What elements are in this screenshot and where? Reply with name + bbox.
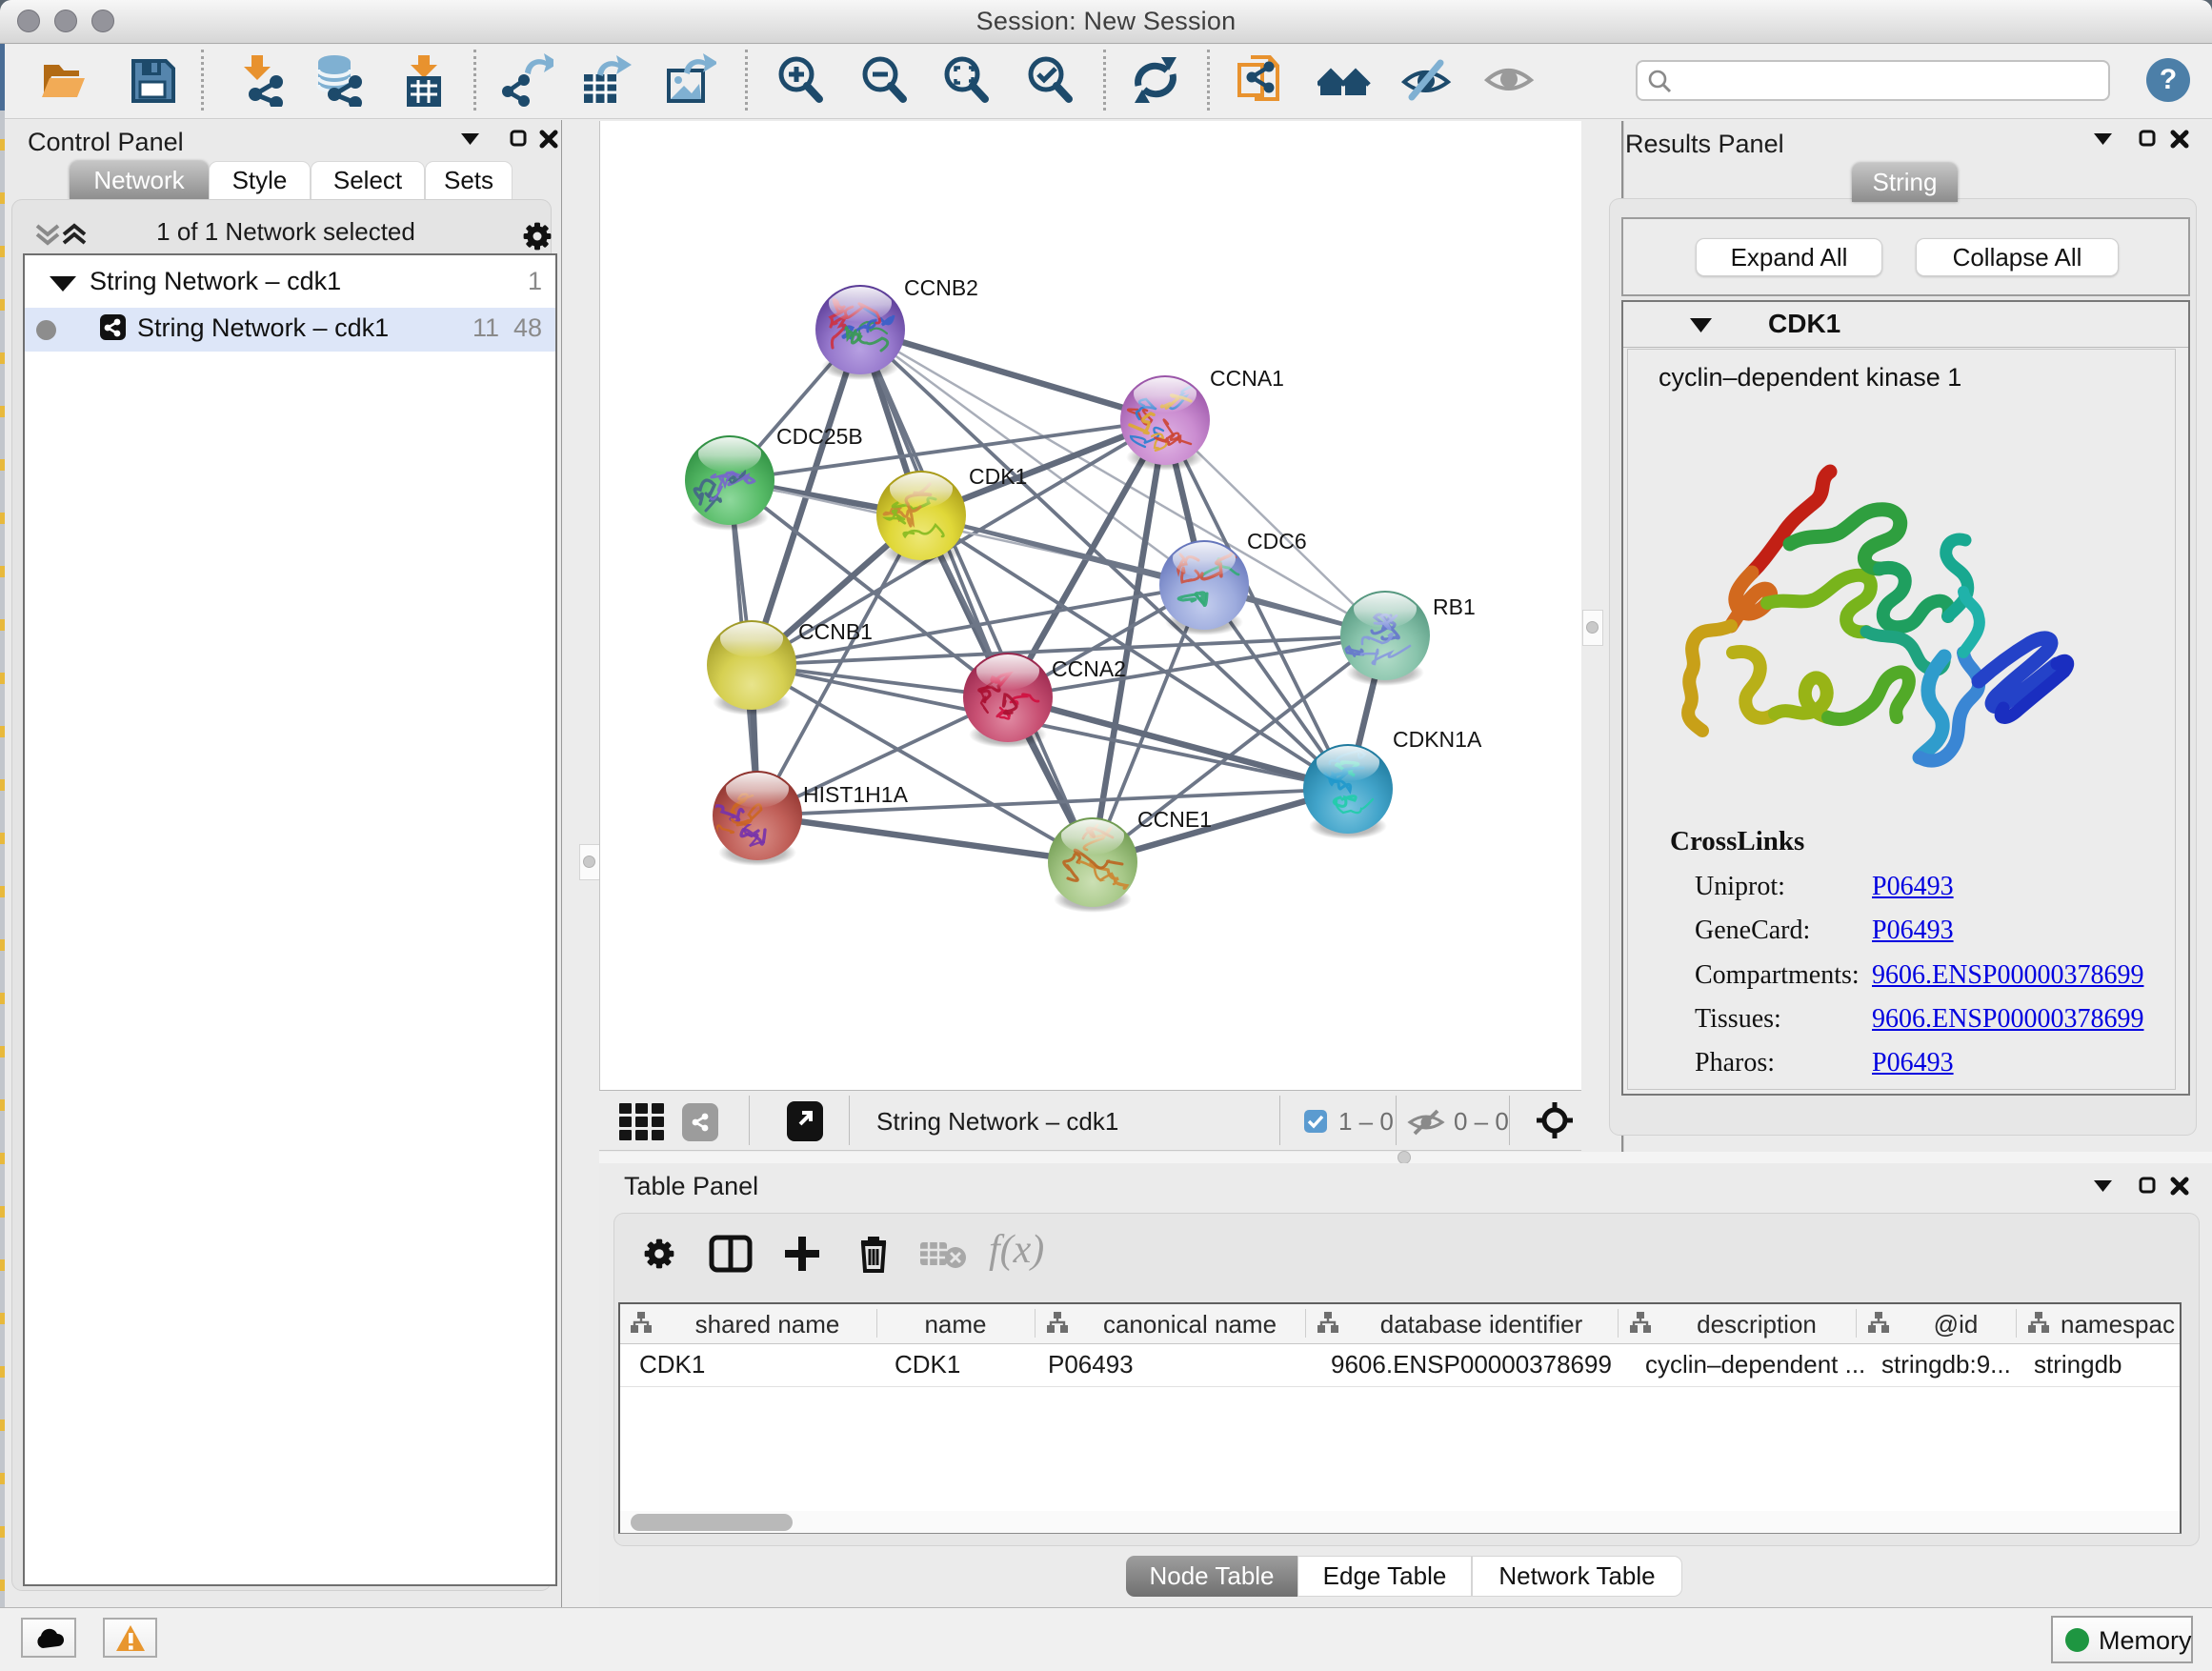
svg-text:CDK1: CDK1 xyxy=(969,464,1027,489)
svg-text:CDC25B: CDC25B xyxy=(776,424,863,449)
svg-text:HIST1H1A: HIST1H1A xyxy=(803,782,909,807)
svg-text:CDKN1A: CDKN1A xyxy=(1393,727,1482,752)
svg-text:CCNA2: CCNA2 xyxy=(1052,656,1126,681)
svg-text:CCNE1: CCNE1 xyxy=(1137,807,1212,832)
svg-text:CDC6: CDC6 xyxy=(1247,529,1307,554)
svg-text:RB1: RB1 xyxy=(1433,594,1476,619)
svg-text:CCNA1: CCNA1 xyxy=(1210,366,1284,391)
svg-text:CCNB2: CCNB2 xyxy=(904,275,978,300)
svg-text:CCNB1: CCNB1 xyxy=(798,619,873,644)
